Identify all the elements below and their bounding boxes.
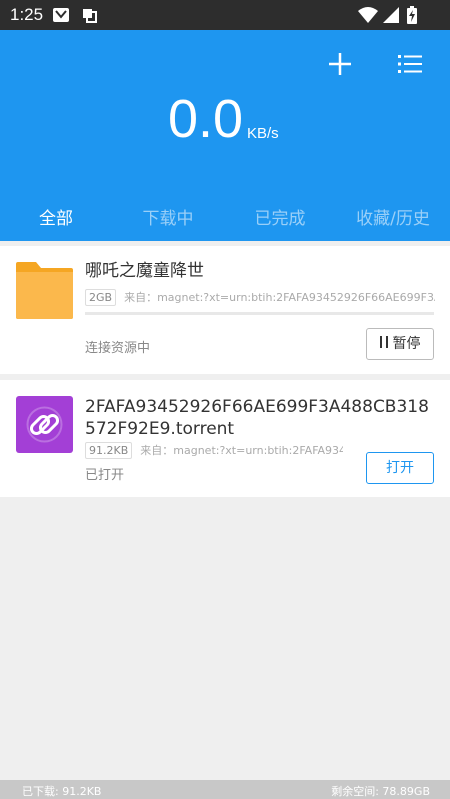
folder-icon — [16, 262, 73, 319]
task-meta: 91.2KB 来自：magnet:?xt=urn:btih:2FAFA934529… — [85, 442, 343, 459]
list-icon — [398, 55, 422, 73]
tab-downloading[interactable]: 下载中 — [112, 204, 224, 229]
free-space: 剩余空间: 78.89GB — [331, 785, 430, 798]
tab-bar: 全部 下载中 已完成 收藏/历史 — [0, 204, 450, 234]
download-progress-bar — [85, 312, 434, 315]
task-title: 哪吒之魔童降世 — [85, 261, 204, 281]
battery-icon — [406, 6, 418, 28]
speed-header: 0.0 KB/s 全部 下载中 已完成 收藏/历史 — [0, 30, 450, 241]
pause-icon — [379, 329, 388, 359]
task-status: 已打开 — [85, 468, 125, 483]
menu-button[interactable] — [392, 46, 428, 82]
task-card[interactable]: 哪吒之魔童降世 2GB 来自：magnet:?xt=urn:btih:2FAFA9… — [0, 246, 450, 374]
tab-completed[interactable]: 已完成 — [224, 204, 336, 229]
downloaded-total: 已下载: 91.2KB — [22, 785, 102, 798]
wifi-icon — [358, 6, 378, 28]
tab-favorites-history[interactable]: 收藏/历史 — [336, 204, 450, 229]
link-icon — [16, 396, 73, 453]
tab-all[interactable]: 全部 — [0, 204, 112, 229]
plus-icon — [329, 53, 351, 75]
pause-button[interactable]: 暂停 — [366, 328, 434, 360]
signal-icon — [382, 6, 400, 28]
notification-icon — [52, 6, 70, 28]
download-speed-unit: KB/s — [247, 125, 279, 142]
storage-footer: 已下载: 91.2KB 剩余空间: 78.89GB — [0, 780, 450, 799]
status-time: 1:25 — [10, 5, 44, 24]
open-button[interactable]: 打开 — [366, 452, 434, 484]
file-size-badge: 2GB — [85, 289, 117, 306]
status-bar: 1:25 — [0, 0, 450, 30]
task-meta: 2GB 来自：magnet:?xt=urn:btih:2FAFA93452926F… — [85, 289, 435, 306]
file-size-badge: 91.2KB — [85, 442, 133, 459]
pause-label: 暂停 — [392, 336, 421, 352]
add-task-button[interactable] — [322, 46, 358, 82]
task-status: 连接资源中 — [85, 341, 151, 356]
download-speed-value: 0.0 — [168, 89, 244, 149]
task-card[interactable]: 2FAFA93452926F66AE699F3A488CB318572F92E9… — [0, 380, 450, 497]
task-source: 来自：magnet:?xt=urn:btih:2FAFA93452926F66A… — [140, 444, 343, 457]
app-notification-icon — [80, 6, 98, 28]
task-source: 来自：magnet:?xt=urn:btih:2FAFA93452926F66A… — [124, 291, 435, 304]
task-title: 2FAFA93452926F66AE699F3A488CB318572F92E9… — [85, 397, 429, 439]
